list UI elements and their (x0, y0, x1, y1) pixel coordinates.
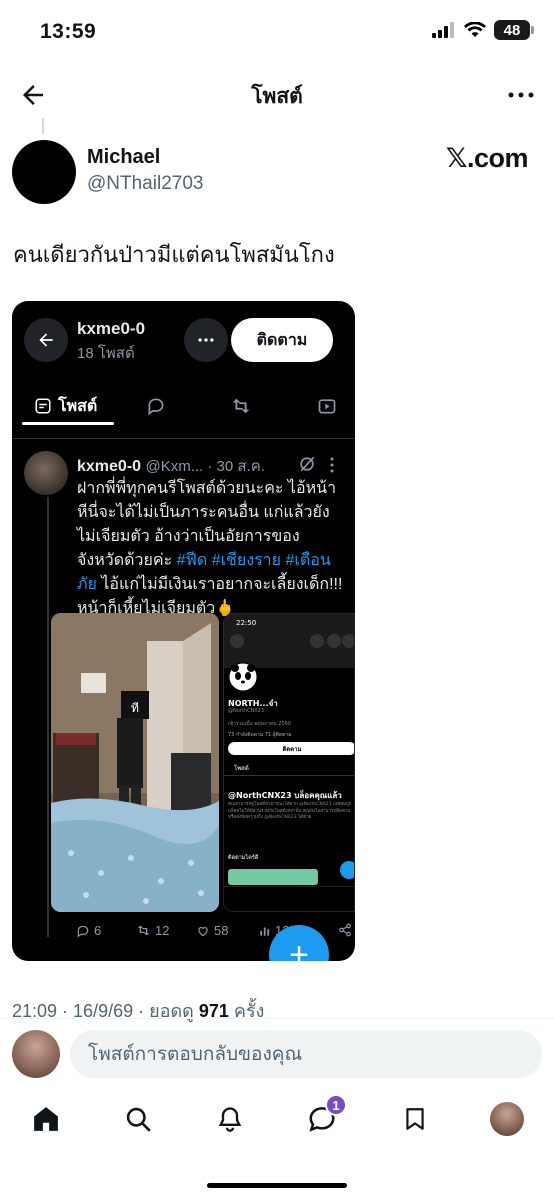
status-icons: 48 (432, 20, 534, 40)
battery-indicator: 48 (494, 20, 534, 40)
embedded-tab-posts: โพสต์ (34, 373, 97, 439)
grok-icon (300, 456, 315, 472)
inner-tab: โพสต์ (234, 765, 249, 772)
inner-back (230, 634, 244, 648)
embedded-post-count: 18 โพสต์ (77, 345, 135, 362)
repost-icon (137, 925, 150, 936)
reply-icon (148, 398, 164, 416)
embedded-tweet-header: kxme0-0 @Kxm... · 30 ส.ค. (77, 454, 265, 478)
embedded-tabs: โพสต์ (12, 373, 355, 439)
embedded-tab-posts-label: โพสต์ (58, 397, 98, 415)
post-text: คนเดียวกันป่าวมีแต่คนโพสมันโกง (13, 242, 335, 267)
bell-icon (218, 1107, 242, 1132)
bookmark-icon (406, 1108, 424, 1130)
embedded-tweet-text: ฝากพี่พี่ทุกคนรีโพสต์ด้วยนะคะ ไอ้หน้าหีน… (77, 477, 345, 621)
inner-follow-suggest: ติดตามไคร์ดี (228, 855, 259, 861)
profile-avatar (490, 1102, 524, 1136)
inner-tabbar (224, 886, 354, 911)
messages-badge: 1 (325, 1094, 347, 1116)
inner-blocked-title: @NorthCNX23 บล็อคคุณแล้ว (228, 791, 342, 800)
embedded-likes-value: 58 (214, 923, 229, 938)
page-title: โพสต์ (251, 85, 303, 108)
heart-icon (198, 926, 208, 936)
embedded-photo-profile-screenshot: 22:50 22:50 NORTH...จ๋า @NorthCNX23 เข้า… (223, 613, 355, 912)
inner-fab (340, 861, 354, 879)
more-horizontal-icon (508, 92, 534, 98)
room-photo-drawing: ที (51, 613, 219, 912)
more-horizontal-icon (198, 338, 214, 342)
search-icon (126, 1107, 151, 1132)
reply-input[interactable]: โพสต์การตอบกลับของคุณ (70, 1030, 542, 1078)
tab-search[interactable] (121, 1102, 155, 1136)
author-handle[interactable]: @NThail2703 (87, 173, 203, 195)
inner-blocked-text: คุณสามารถดูโพสต์สาธารณะได้จาก @NorthCNX2… (228, 802, 352, 820)
inner-joined: เข้าร่วมเมื่อ พฤษภาคม 2560 (228, 721, 291, 727)
embedded-like-count: 58 (196, 923, 228, 938)
embedded-thread-line (47, 497, 49, 937)
embedded-tab-reposts (229, 373, 253, 439)
wifi-icon (464, 22, 486, 37)
embedded-replies-value: 6 (94, 923, 102, 938)
home-indicator (207, 1183, 347, 1188)
inner-btn-2 (327, 634, 341, 648)
embedded-tweet-avatar (24, 451, 68, 495)
thread-line (42, 118, 44, 134)
current-user-avatar[interactable] (12, 1030, 60, 1078)
embedded-profile-name: kxme0-0 (77, 319, 146, 338)
repost-icon (232, 398, 250, 414)
embedded-tab-indicator (22, 422, 114, 425)
embedded-back-button (24, 318, 68, 362)
x-logo-watermark: 𝕏.com (445, 143, 529, 173)
inner-btn-3 (342, 634, 354, 648)
author-avatar[interactable] (12, 140, 76, 204)
status-time: 13:59 (40, 20, 97, 43)
media-icon (318, 399, 336, 414)
embedded-tweet-text-part2: ไอ้แก่ไม่มีเงินเราอยากจะเลี้ยงเด็ก!!! หน… (77, 576, 343, 617)
embedded-tab-media (315, 373, 339, 439)
tab-home[interactable] (29, 1102, 63, 1136)
tab-profile[interactable] (490, 1102, 524, 1136)
tab-messages[interactable]: 1 (305, 1094, 347, 1136)
embedded-more-button (184, 318, 228, 362)
signal-icon (432, 22, 454, 38)
arrow-left-icon (39, 333, 53, 347)
embedded-tweet-name: kxme0-0 (77, 458, 142, 475)
author-name[interactable]: Michael (87, 146, 160, 169)
home-icon (34, 1107, 58, 1131)
bottom-tab-bar: 1 (0, 1094, 554, 1148)
embedded-follow-button: ติดตาม (231, 318, 333, 362)
reply-icon (77, 925, 89, 937)
embedded-tab-replies (144, 373, 168, 439)
embedded-tweet-meta: @Kxm... · 30 ส.ค. (145, 458, 265, 475)
analytics-icon (260, 927, 270, 936)
inner-suggest-card (228, 869, 318, 885)
embedded-reply-count: 6 (76, 923, 101, 938)
post-tab-icon (35, 398, 51, 414)
embedded-repost-count: 12 (136, 923, 169, 938)
post-timestamp: 21:09 · 16/9/69 · ยอดดู 971 ครั้ง (12, 996, 264, 1025)
panda-avatar (228, 662, 258, 692)
share-icon (339, 923, 351, 937)
svg-text:ที: ที (131, 701, 139, 715)
inner-handle: @NorthCNX23 (228, 708, 265, 714)
more-vertical-icon (330, 457, 334, 473)
inner-follow: ติดตาม (228, 742, 354, 755)
inner-time-overlay: 22:50 (236, 619, 257, 627)
more-options-button[interactable] (506, 80, 536, 110)
inner-counts: 73 กำลังติดตาม 71 ผู้ติดตาม (228, 732, 292, 738)
reply-divider (0, 1018, 554, 1019)
embedded-photo-room: ที (51, 613, 219, 912)
post-media[interactable]: kxme0-0 18 โพสต์ ติดตาม โพสต์ kxme0-0 @K… (12, 301, 355, 961)
tab-bookmarks[interactable] (398, 1102, 432, 1136)
embedded-reposts-value: 12 (155, 923, 170, 938)
tab-notifications[interactable] (213, 1102, 247, 1136)
inner-btn-1 (310, 634, 324, 648)
